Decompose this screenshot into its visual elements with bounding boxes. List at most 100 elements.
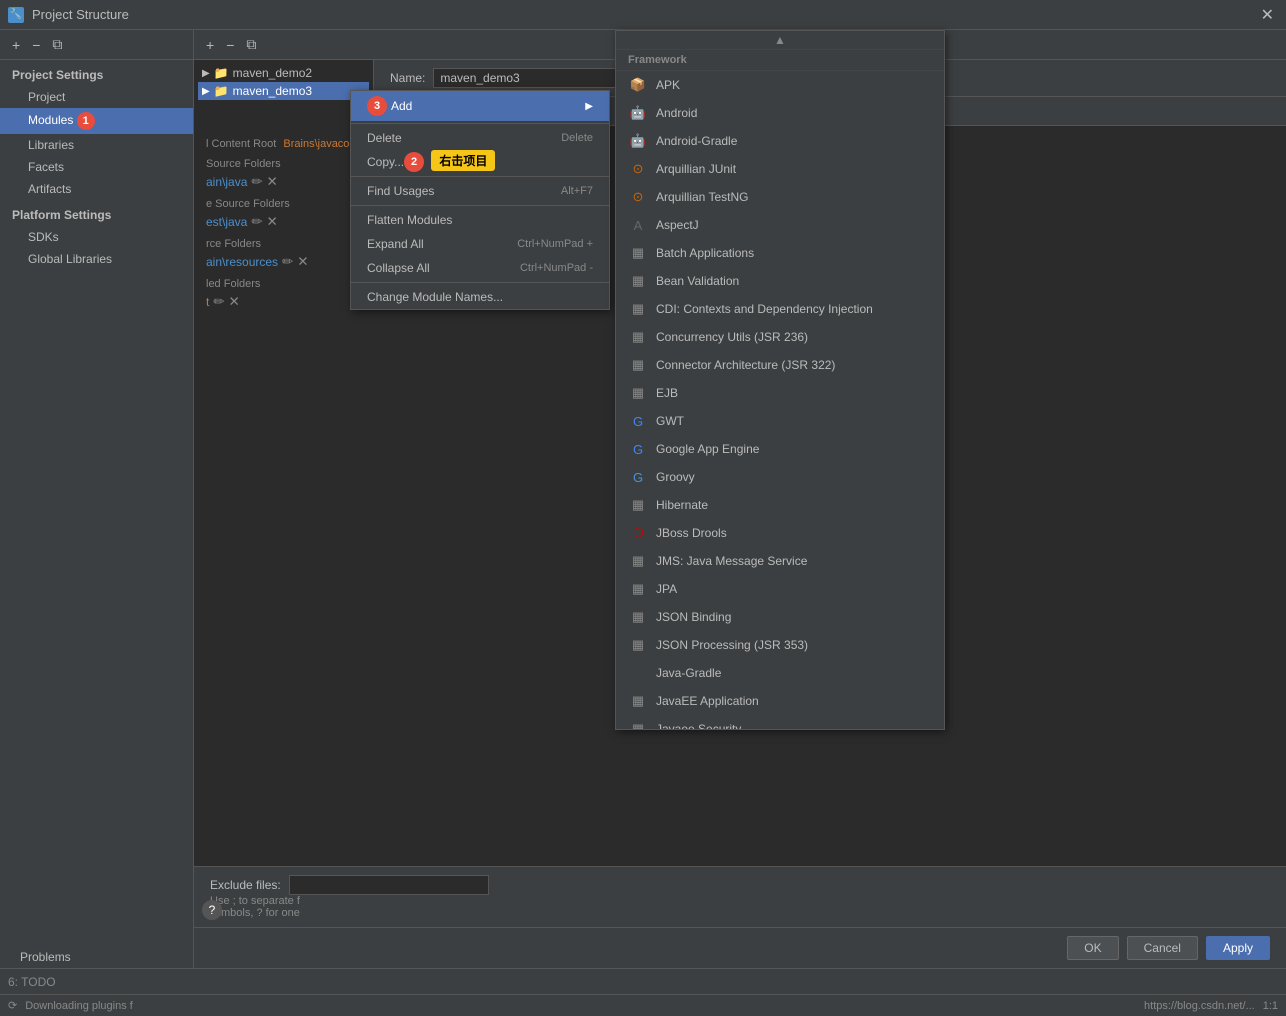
sidebar-item-libraries[interactable]: Libraries (0, 134, 193, 156)
sidebar-item-modules[interactable]: Modules 1 (0, 108, 193, 134)
framework-item-gwt[interactable]: GGWT (616, 407, 944, 435)
remove-btn[interactable]: − (28, 34, 44, 55)
framework-icon-connector: ▦ (628, 355, 648, 375)
delete-label: Delete (367, 131, 402, 145)
framework-label-gae: Google App Engine (656, 442, 759, 456)
name-input[interactable] (433, 68, 633, 88)
framework-item-javaee[interactable]: ▦JavaEE Application (616, 687, 944, 715)
copy-module-btn[interactable]: ⧉ (242, 34, 260, 55)
tree-item-maven-demo3[interactable]: ▶ 📁 maven_demo3 (198, 82, 369, 100)
framework-item-bean-validation[interactable]: ▦Bean Validation (616, 267, 944, 295)
resource-edit-btn[interactable]: ✏ (282, 254, 293, 270)
framework-icon-aspectj: A (628, 215, 648, 235)
framework-item-cdi[interactable]: ▦CDI: Contexts and Dependency Injection (616, 295, 944, 323)
separator2 (351, 176, 609, 177)
framework-icon-json-processing: ▦ (628, 635, 648, 655)
copy-btn[interactable]: ⧉ (48, 34, 66, 55)
ok-button[interactable]: OK (1067, 936, 1118, 960)
position-text: 1:1 (1263, 1000, 1278, 1012)
step2-badge: 2 (404, 152, 424, 172)
status-right: https://blog.csdn.net/... 1:1 (1144, 1000, 1278, 1012)
framework-item-batch[interactable]: ▦ Batch Applications (616, 239, 944, 267)
expand-icon: ▶ (202, 68, 210, 79)
name-label: Name: (390, 71, 425, 85)
framework-label-javaee-security: Javaee Security (656, 722, 741, 730)
framework-item-arquillian-junit[interactable]: ⊙Arquillian JUnit (616, 155, 944, 183)
sidebar-item-global-libraries[interactable]: Global Libraries (0, 248, 193, 270)
framework-item-concurrency[interactable]: ▦Concurrency Utils (JSR 236) (616, 323, 944, 351)
framework-item-connector[interactable]: ▦ Connector Architecture (JSR 322) (616, 351, 944, 379)
context-menu-find-usages[interactable]: Find Usages Alt+F7 (351, 179, 609, 203)
add-btn[interactable]: + (8, 34, 24, 55)
framework-item-jms[interactable]: ▦JMS: Java Message Service (616, 547, 944, 575)
close-button[interactable]: ✕ (1257, 5, 1278, 25)
context-menu-expand-all[interactable]: Expand All Ctrl+NumPad + (351, 232, 609, 256)
expand-all-label: Expand All (367, 237, 424, 251)
framework-item-groovy[interactable]: GGroovy (616, 463, 944, 491)
framework-item-android[interactable]: 🤖Android (616, 99, 944, 127)
framework-item-gae[interactable]: GGoogle App Engine (616, 435, 944, 463)
framework-icon-gwt: G (628, 411, 648, 431)
framework-item-javaee-security[interactable]: ▦Javaee Security (616, 715, 944, 730)
framework-icon-batch: ▦ (628, 243, 648, 263)
framework-icon-javaee: ▦ (628, 691, 648, 711)
framework-label-bean-validation: Bean Validation (656, 274, 739, 288)
context-menu-change-names[interactable]: Change Module Names... (351, 285, 609, 309)
framework-item-aspectj[interactable]: A AspectJ (616, 211, 944, 239)
sidebar-item-problems[interactable]: Problems (0, 946, 193, 968)
excluded-remove-btn[interactable]: ✕ (229, 294, 240, 310)
context-menu-add[interactable]: 3 Add ▶ (351, 91, 609, 121)
help-button[interactable]: ? (202, 900, 222, 920)
context-menu-collapse-all[interactable]: Collapse All Ctrl+NumPad - (351, 256, 609, 280)
scroll-up[interactable]: ▲ (616, 31, 944, 50)
separator1 (351, 123, 609, 124)
main-window: 🔧 Project Structure ✕ + − ⧉ Project Sett… (0, 0, 1286, 1016)
framework-item-arquillian-testng[interactable]: ⊙Arquillian TestNG (616, 183, 944, 211)
framework-item-ejb[interactable]: ▦EJB (616, 379, 944, 407)
sidebar-item-artifacts[interactable]: Artifacts (0, 178, 193, 200)
context-menu-flatten[interactable]: Flatten Modules (351, 208, 609, 232)
test-edit-btn[interactable]: ✏ (251, 214, 262, 230)
apply-button[interactable]: Apply (1206, 936, 1270, 960)
source-remove-btn[interactable]: ✕ (267, 174, 278, 190)
modules-badge: 1 (77, 112, 95, 130)
framework-label-jpa: JPA (656, 582, 677, 596)
resource-remove-btn[interactable]: ✕ (297, 254, 308, 270)
framework-item-apk[interactable]: 📦APK (616, 71, 944, 99)
sidebar-item-project[interactable]: Project (0, 86, 193, 108)
framework-item-hibernate[interactable]: ▦Hibernate (616, 491, 944, 519)
framework-item-jpa[interactable]: ▦JPA (616, 575, 944, 603)
copy-label: Copy... (367, 155, 404, 169)
framework-item-json-binding[interactable]: ▦JSON Binding (616, 603, 944, 631)
tree-item-maven-demo2[interactable]: ▶ 📁 maven_demo2 (198, 64, 369, 82)
separator4 (351, 282, 609, 283)
collapse-all-label: Collapse All (367, 261, 430, 275)
window-title: Project Structure (32, 7, 1257, 22)
add-module-btn[interactable]: + (202, 35, 218, 55)
exclude-input[interactable] (289, 875, 489, 895)
sidebar-item-sdks[interactable]: SDKs (0, 226, 193, 248)
todo-label: 6: TODO (8, 975, 56, 989)
sidebar-item-facets[interactable]: Facets (0, 156, 193, 178)
excluded-path: t (206, 295, 209, 309)
framework-item-jboss-drools[interactable]: ⬡JBoss Drools (616, 519, 944, 547)
remove-module-btn[interactable]: − (222, 35, 238, 55)
framework-item-java-gradle[interactable]: Java-Gradle (616, 659, 944, 687)
test-remove-btn[interactable]: ✕ (267, 214, 278, 230)
find-usages-shortcut: Alt+F7 (561, 185, 593, 197)
spinning-icon: ⟳ (8, 999, 17, 1012)
framework-items-container: 📦APK🤖Android🤖Android-Gradle⊙Arquillian J… (616, 71, 944, 730)
url-text: https://blog.csdn.net/... (1144, 1000, 1255, 1012)
framework-label-arquillian-testng: Arquillian TestNG (656, 190, 748, 204)
folder-icon: 📁 (214, 66, 229, 80)
framework-label-aspectj: AspectJ (656, 218, 699, 232)
source-edit-btn[interactable]: ✏ (251, 174, 262, 190)
excluded-edit-btn[interactable]: ✏ (213, 294, 224, 310)
cancel-button[interactable]: Cancel (1127, 936, 1198, 960)
add-arrow-icon: ▶ (585, 101, 593, 112)
framework-label-connector: Connector Architecture (JSR 322) (656, 358, 835, 372)
framework-label-batch: Batch Applications (656, 246, 754, 260)
framework-item-android-gradle[interactable]: 🤖Android-Gradle (616, 127, 944, 155)
framework-item-json-processing[interactable]: ▦JSON Processing (JSR 353) (616, 631, 944, 659)
context-menu-delete[interactable]: Delete Delete (351, 126, 609, 150)
